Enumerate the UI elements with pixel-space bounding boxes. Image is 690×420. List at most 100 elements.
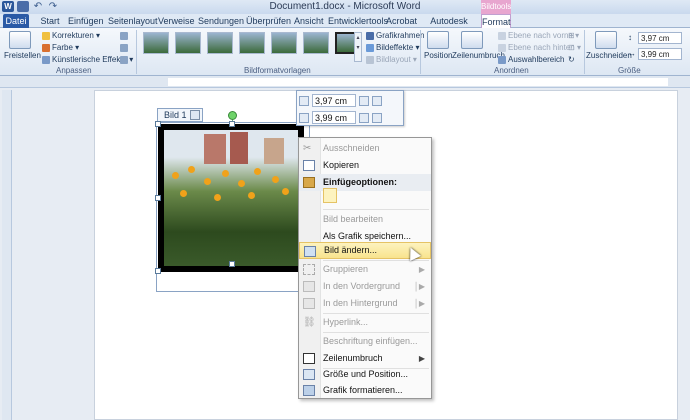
submenu-arrow-icon: ▶ <box>418 354 425 363</box>
color-icon <box>42 43 50 52</box>
align-icon[interactable]: ⊞ <box>568 31 575 40</box>
rotation-handle[interactable] <box>228 111 237 120</box>
format-picture-icon <box>303 385 315 396</box>
menu-grafik-formatieren[interactable]: Grafik formatieren... <box>299 382 431 399</box>
crop-icon[interactable] <box>359 112 369 123</box>
flower <box>248 192 255 199</box>
group-icon[interactable]: ⊡ <box>568 43 575 52</box>
flower <box>282 188 289 195</box>
horizontal-ruler[interactable] <box>0 76 690 88</box>
compress-icon[interactable] <box>120 31 130 40</box>
resize-handle[interactable] <box>155 195 161 201</box>
bring-forward-icon[interactable] <box>359 95 369 106</box>
separator <box>136 30 137 74</box>
width-input[interactable]: 3,99 cm <box>638 48 682 60</box>
menu-in-den-vordergrund[interactable]: In den Vordergrund │▶ <box>299 278 431 295</box>
resize-handle[interactable] <box>229 121 235 127</box>
menu-gruppieren[interactable]: Gruppieren ▶ <box>299 261 431 278</box>
flower <box>188 166 195 173</box>
tab-acrobat[interactable]: Acrobat <box>386 14 417 28</box>
menu-beschriftung-einfuegen[interactable]: Beschriftung einfügen... <box>299 333 431 350</box>
selected-image[interactable] <box>158 124 304 272</box>
gallery-scroll[interactable]: ▴ ▾ <box>354 32 362 62</box>
send-backward-icon[interactable] <box>372 95 382 106</box>
zuschneiden-button[interactable]: Zuschneiden <box>586 31 632 60</box>
resize-handle[interactable] <box>229 261 235 267</box>
ruler-active-area <box>168 78 668 86</box>
group-icon <box>303 264 315 275</box>
image-label: Bild 1 <box>157 108 203 122</box>
farbe-button[interactable]: Farbe ▾ <box>42 43 79 52</box>
picture-styles-gallery <box>143 32 361 54</box>
position-button[interactable]: Position <box>424 31 452 60</box>
window-title: Document1.docx - Microsoft Word <box>269 1 421 12</box>
separator <box>420 30 421 74</box>
tab-entwicklertools[interactable]: Entwicklertools <box>328 14 388 28</box>
auswahlbereich-button[interactable]: Auswahlbereich <box>498 55 564 64</box>
change-picture-icon[interactable] <box>120 43 130 52</box>
tab-seitenlayout[interactable]: Seitenlayout <box>108 14 158 28</box>
tab-autodesk-vault[interactable]: Autodesk Vault <box>422 14 476 40</box>
tab-sendungen[interactable]: Sendungen <box>198 14 244 28</box>
tab-ansicht[interactable]: Ansicht <box>294 14 324 28</box>
rotate-icon[interactable] <box>372 112 382 123</box>
resize-handle[interactable] <box>155 121 161 127</box>
menu-ausschneiden[interactable]: ✂ Ausschneiden <box>299 140 431 157</box>
menu-kopieren[interactable]: Kopieren <box>299 157 431 174</box>
flower <box>180 190 187 197</box>
menu-bild-bearbeiten[interactable]: Bild bearbeiten <box>299 211 431 228</box>
picture-style[interactable] <box>303 32 329 54</box>
picture-style[interactable] <box>175 32 201 54</box>
picture-style[interactable] <box>239 32 265 54</box>
zeilenumbruch-button[interactable]: Zeilenumbruch <box>452 31 505 60</box>
image-content <box>164 130 298 266</box>
submenu-arrow-icon: ▶ <box>418 265 425 274</box>
context-tab-title: Bildtools <box>481 0 511 14</box>
rotate-icon[interactable]: ↻ <box>568 55 575 64</box>
height-icon <box>299 95 309 106</box>
bildeffekte-button[interactable]: Bildeffekte ▾ <box>366 43 419 52</box>
reset-picture-icon[interactable] <box>120 55 130 64</box>
flower <box>254 168 261 175</box>
tab-ueberpruefen[interactable]: Überprüfen <box>246 14 291 28</box>
submenu-arrow-icon: │▶ <box>413 282 425 291</box>
flower <box>214 194 221 201</box>
height-input[interactable]: 3,97 cm <box>638 32 682 44</box>
effects-icon <box>42 55 50 64</box>
tab-einfuegen[interactable]: Einfügen <box>68 14 104 28</box>
flower <box>204 178 211 185</box>
width-icon: ↔ <box>628 49 636 58</box>
tab-format[interactable]: Format <box>481 14 511 28</box>
tab-verweise[interactable]: Verweise <box>158 14 195 28</box>
freistellen-icon <box>9 31 31 49</box>
paste-keep-source-button[interactable] <box>323 188 337 203</box>
freistellen-button[interactable]: Freistellen <box>4 31 41 60</box>
grafikrahmen-button[interactable]: Grafikrahmen ▾ <box>366 31 431 40</box>
scissors-icon: ✂ <box>303 143 312 154</box>
menu-in-den-hintergrund[interactable]: In den Hintergrund │▶ <box>299 295 431 312</box>
title-bar: W ↶ ↷ Document1.docx - Microsoft Word Bi… <box>0 0 690 14</box>
menu-hyperlink[interactable]: ⛓ Hyperlink... <box>299 314 431 331</box>
resize-handle[interactable] <box>155 268 161 274</box>
hyperlink-icon: ⛓ <box>303 317 316 328</box>
menu-zeilenumbruch[interactable]: Zeilenumbruch ▶ <box>299 350 431 367</box>
mini-width-input[interactable]: 3,99 cm <box>312 111 356 124</box>
korrekturen-button[interactable]: Korrekturen ▾ <box>42 31 100 40</box>
picture-style[interactable] <box>143 32 169 54</box>
ribbon: Freistellen Korrekturen ▾ Farbe ▾ Künstl… <box>0 28 690 76</box>
anpassen-group-label: Anpassen <box>56 66 92 75</box>
picture-style[interactable] <box>271 32 297 54</box>
picture-style[interactable] <box>207 32 233 54</box>
bildlayout-button[interactable]: Bildlayout ▾ <box>366 55 417 64</box>
tab-start[interactable]: Start <box>38 14 62 28</box>
ribbon-tabs: Datei Start Einfügen Seitenlayout Verwei… <box>0 14 690 40</box>
layout-icon <box>366 55 374 64</box>
building <box>204 134 226 164</box>
vertical-ruler[interactable] <box>2 90 12 420</box>
tab-datei[interactable]: Datei <box>3 14 29 28</box>
layout-options-icon[interactable] <box>190 110 200 120</box>
mini-height-input[interactable]: 3,97 cm <box>312 94 356 107</box>
ebene-nach-vorne-button[interactable]: Ebene nach vorne ▾ <box>498 31 579 40</box>
menu-groesse-und-position[interactable]: Größe und Position... <box>299 366 431 383</box>
change-picture-icon <box>304 246 316 257</box>
